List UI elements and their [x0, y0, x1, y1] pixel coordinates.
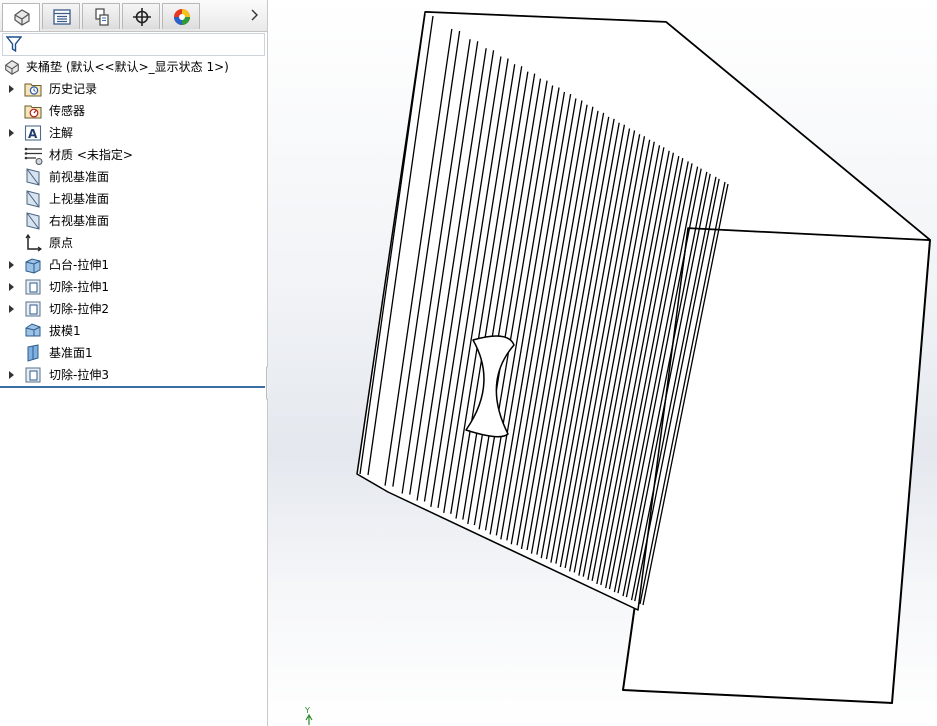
tab-dimxpert-manager[interactable]	[122, 3, 160, 29]
property-manager-icon	[53, 9, 71, 25]
history-folder-icon	[24, 83, 42, 97]
tree-item-label: 历史记录	[49, 82, 98, 96]
tree-item-label: 前视基准面	[49, 170, 110, 184]
tree-item-sensors[interactable]: 传感器	[0, 100, 264, 122]
tree-item-cut-extrude3[interactable]: 切除-拉伸3	[0, 364, 264, 386]
boss-extrude-icon	[25, 258, 41, 274]
tree-item-label: 注解	[49, 126, 74, 140]
triad-y-label: Y	[304, 706, 310, 715]
chevron-right-icon[interactable]	[250, 8, 260, 22]
tab-property-manager[interactable]	[42, 3, 80, 29]
expand-arrow-icon[interactable]	[8, 128, 16, 138]
plane-icon	[26, 168, 40, 186]
sensors-folder-icon	[24, 105, 42, 119]
tree-item-origin[interactable]: 原点	[0, 232, 264, 254]
expand-arrow-icon[interactable]	[8, 84, 16, 94]
rollback-bar[interactable]	[0, 386, 265, 388]
crosshair-icon	[133, 8, 151, 26]
tree-item-plane1[interactable]: 基准面1	[0, 342, 264, 364]
tree-item-label: 切除-拉伸2	[49, 302, 109, 316]
tree-item-label: 上视基准面	[49, 192, 110, 206]
plane-icon	[26, 190, 40, 208]
material-icon	[24, 147, 43, 165]
annotations-icon: A	[24, 125, 42, 141]
tree-root-part[interactable]: 夹桶垫 (默认<<默认>_显示状态 1>)	[0, 56, 264, 78]
svg-text:A: A	[28, 127, 38, 141]
appearance-icon	[174, 9, 190, 25]
configuration-icon	[95, 8, 109, 26]
tree-filter-input[interactable]	[2, 33, 265, 56]
expand-arrow-icon[interactable]	[8, 370, 16, 380]
tree-item-label: 切除-拉伸1	[49, 280, 109, 294]
draft-icon	[25, 323, 41, 337]
part-model-view	[356, 11, 931, 704]
tree-item-label: 传感器	[49, 104, 86, 118]
tab-display-manager[interactable]	[162, 3, 200, 29]
tree-item-material[interactable]: 材质 <未指定>	[0, 144, 264, 166]
tree-root-label: 夹桶垫 (默认<<默认>_显示状态 1>)	[26, 60, 229, 74]
view-triad: Y	[304, 706, 313, 725]
tree-item-top-plane[interactable]: 上视基准面	[0, 188, 264, 210]
graphics-viewport[interactable]: Y	[268, 0, 937, 726]
cut-extrude-icon	[25, 301, 41, 317]
expand-arrow-icon[interactable]	[8, 282, 16, 292]
tree-item-label: 切除-拉伸3	[49, 368, 109, 382]
tree-item-cut-extrude2[interactable]: 切除-拉伸2	[0, 298, 264, 320]
tree-item-draft1[interactable]: 拔模1	[0, 320, 264, 342]
cut-extrude-icon	[25, 367, 41, 383]
filter-icon	[6, 36, 22, 53]
tree-item-cut-extrude1[interactable]: 切除-拉伸1	[0, 276, 264, 298]
tree-item-label: 基准面1	[49, 346, 93, 360]
panel-tab-bar	[0, 0, 267, 32]
tree-item-label: 拔模1	[49, 324, 81, 338]
expand-arrow-icon[interactable]	[8, 304, 16, 314]
origin-icon	[25, 234, 42, 252]
tree-item-annotations[interactable]: A 注解	[0, 122, 264, 144]
tree-item-right-plane[interactable]: 右视基准面	[0, 210, 264, 232]
tree-item-label: 原点	[49, 236, 74, 250]
tree-item-label: 右视基准面	[49, 214, 110, 228]
tree-item-boss-extrude1[interactable]: 凸台-拉伸1	[0, 254, 264, 276]
part-icon	[5, 60, 19, 75]
part-icon	[14, 9, 30, 26]
tab-feature-manager[interactable]	[2, 3, 40, 31]
tree-item-label: 凸台-拉伸1	[49, 258, 109, 272]
tab-configuration-manager[interactable]	[82, 3, 120, 29]
tree-item-label: 材质 <未指定>	[49, 148, 133, 162]
expand-arrow-icon[interactable]	[8, 260, 16, 270]
ref-plane-icon	[27, 344, 39, 362]
tree-item-front-plane[interactable]: 前视基准面	[0, 166, 264, 188]
feature-manager-panel: 夹桶垫 (默认<<默认>_显示状态 1>) 历史记录 传感器 A 注解 材质 <…	[0, 0, 268, 726]
tree-item-history[interactable]: 历史记录	[0, 78, 264, 100]
plane-icon	[26, 212, 40, 230]
cut-extrude-icon	[25, 279, 41, 295]
